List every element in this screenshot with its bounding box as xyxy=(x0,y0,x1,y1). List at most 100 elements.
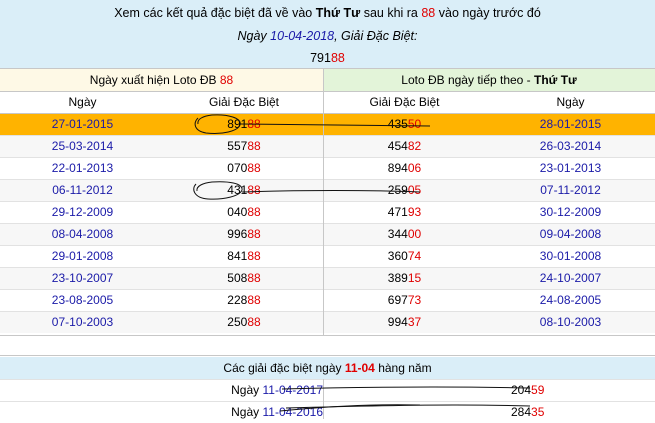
row-next-prize-text: 00 xyxy=(407,227,422,241)
row-date-text: 25-03-2014 xyxy=(51,139,114,153)
row-next-date-text: 30-01-2008 xyxy=(539,249,602,263)
annual-date: 11-04-2016 xyxy=(262,405,324,419)
row-date: 06-11-2012 xyxy=(0,179,165,201)
header-text: , Giải Đặc Biệt: xyxy=(334,29,418,43)
row-next-date: 30-12-2009 xyxy=(486,201,655,223)
row-next-prize-text: 259 xyxy=(387,183,408,197)
row-next-prize-text: 93 xyxy=(407,205,422,219)
column-divider xyxy=(323,379,324,419)
annual-date: 11-04-2017 xyxy=(262,383,324,397)
row-prize-text: 88 xyxy=(247,249,261,263)
row-date: 23-08-2005 xyxy=(0,289,165,311)
row-date: 08-04-2008 xyxy=(0,223,165,245)
row-next-prize-text: 73 xyxy=(407,293,422,307)
row-next-prize-text: 454 xyxy=(387,139,408,153)
row-prize: 50888 xyxy=(165,267,323,289)
row-date: 07-10-2003 xyxy=(0,311,165,333)
row-divider xyxy=(0,311,655,312)
left-group-header: Ngày xuất hiện Loto ĐB 88 xyxy=(0,69,323,91)
table-row: 06-11-2012 43188 25905 07-11-2012 xyxy=(0,179,655,201)
header-text: Xem các kết quả đặc biệt đã về vào xyxy=(114,6,316,20)
prize-tail: 88 xyxy=(330,51,345,65)
row-divider xyxy=(0,179,655,180)
header-line-2: Ngày 10-04-2018, Giải Đặc Biệt: xyxy=(0,29,655,43)
row-divider xyxy=(0,335,655,336)
row-next-prize-text: 471 xyxy=(387,205,408,219)
row-next-date-text: 07-11-2012 xyxy=(540,183,601,197)
row-prize-text: 508 xyxy=(227,271,248,285)
table-row: 22-01-2013 07088 89406 23-01-2013 xyxy=(0,157,655,179)
annual-date-label: Ngày xyxy=(231,383,263,397)
row-next-prize-text: 344 xyxy=(387,227,408,241)
table-row: 29-01-2008 84188 36074 30-01-2008 xyxy=(0,245,655,267)
row-prize-text: 88 xyxy=(247,315,261,329)
row-next-date: 09-04-2008 xyxy=(486,223,655,245)
annual-prize-tail: 35 xyxy=(531,405,545,419)
row-next-date: 28-01-2015 xyxy=(486,113,655,135)
col-header-next-prize: Giải Đặc Biệt xyxy=(369,95,440,109)
row-next-date-text: 09-04-2008 xyxy=(539,227,602,241)
row-prize-text: 88 xyxy=(247,139,261,153)
row-next-prize: 43550 xyxy=(323,113,486,135)
row-next-prize-text: 697 xyxy=(387,293,408,307)
row-next-prize-text: 15 xyxy=(407,271,422,285)
right-group-label: Loto ĐB ngày tiếp theo - xyxy=(401,73,535,87)
header-text: Ngày xyxy=(237,29,271,43)
row-next-date: 24-08-2005 xyxy=(486,289,655,311)
row-next-prize-text: 74 xyxy=(407,249,422,263)
row-next-prize: 45482 xyxy=(323,135,486,157)
row-prize-text: 88 xyxy=(247,205,261,219)
row-date: 22-01-2013 xyxy=(0,157,165,179)
header-prize: 79188 xyxy=(0,51,655,65)
row-prize-text: 88 xyxy=(247,161,261,175)
row-next-prize: 69773 xyxy=(323,289,486,311)
row-next-date: 30-01-2008 xyxy=(486,245,655,267)
row-prize-text: 250 xyxy=(227,315,248,329)
row-prize: 99688 xyxy=(165,223,323,245)
row-next-date-text: 08-10-2003 xyxy=(539,315,602,329)
row-next-prize-text: 389 xyxy=(387,271,408,285)
row-next-date: 24-10-2007 xyxy=(486,267,655,289)
row-next-prize-text: 894 xyxy=(387,161,408,175)
row-next-prize: 36074 xyxy=(323,245,486,267)
row-prize-text: 88 xyxy=(247,293,261,307)
row-prize: 55788 xyxy=(165,135,323,157)
row-next-prize: 99437 xyxy=(323,311,486,333)
row-divider xyxy=(0,355,655,356)
row-divider xyxy=(0,68,655,69)
row-prize: 89188 xyxy=(165,113,323,135)
row-date-text: 06-11-2012 xyxy=(52,183,113,197)
row-prize-text: 996 xyxy=(227,227,248,241)
column-header-row: Ngày Giải Đặc Biệt Giải Đặc Biệt Ngày xyxy=(0,91,655,113)
row-prize-text: 88 xyxy=(247,227,261,241)
row-prize-text: 070 xyxy=(227,161,248,175)
row-next-date-text: 23-01-2013 xyxy=(539,161,602,175)
column-divider xyxy=(323,69,324,335)
row-next-prize-text: 50 xyxy=(407,117,422,131)
annual-prize-tail: 59 xyxy=(531,383,545,397)
row-divider xyxy=(0,245,655,246)
table-row: 25-03-2014 55788 45482 26-03-2014 xyxy=(0,135,655,157)
row-date-text: 23-08-2005 xyxy=(51,293,114,307)
row-prize: 04088 xyxy=(165,201,323,223)
row-divider xyxy=(0,401,655,402)
table-row: 29-12-2009 04088 47193 30-12-2009 xyxy=(0,201,655,223)
table-row: 27-01-2015 89188 43550 28-01-2015 xyxy=(0,113,655,135)
annual-title-date: 11-04 xyxy=(344,361,375,375)
row-prize: 22888 xyxy=(165,289,323,311)
row-divider xyxy=(0,289,655,290)
row-divider xyxy=(0,267,655,268)
row-next-prize-text: 360 xyxy=(387,249,408,263)
row-next-prize: 47193 xyxy=(323,201,486,223)
annual-row: Ngày 11-04-2016 28435 xyxy=(0,401,655,423)
row-prize-text: 228 xyxy=(227,293,248,307)
prize-digits: 791 xyxy=(310,51,331,65)
row-prize-text: 040 xyxy=(227,205,248,219)
header-date: 10-04-2018 xyxy=(270,29,335,43)
row-next-prize: 89406 xyxy=(323,157,486,179)
group-header-row: Ngày xuất hiện Loto ĐB 88 Loto ĐB ngày t… xyxy=(0,69,655,91)
annual-prize-cell: 28435 xyxy=(323,401,655,423)
table-row: 23-10-2007 50888 38915 24-10-2007 xyxy=(0,267,655,289)
annual-prize-cell: 20459 xyxy=(323,379,655,401)
table-row: 23-08-2005 22888 69773 24-08-2005 xyxy=(0,289,655,311)
